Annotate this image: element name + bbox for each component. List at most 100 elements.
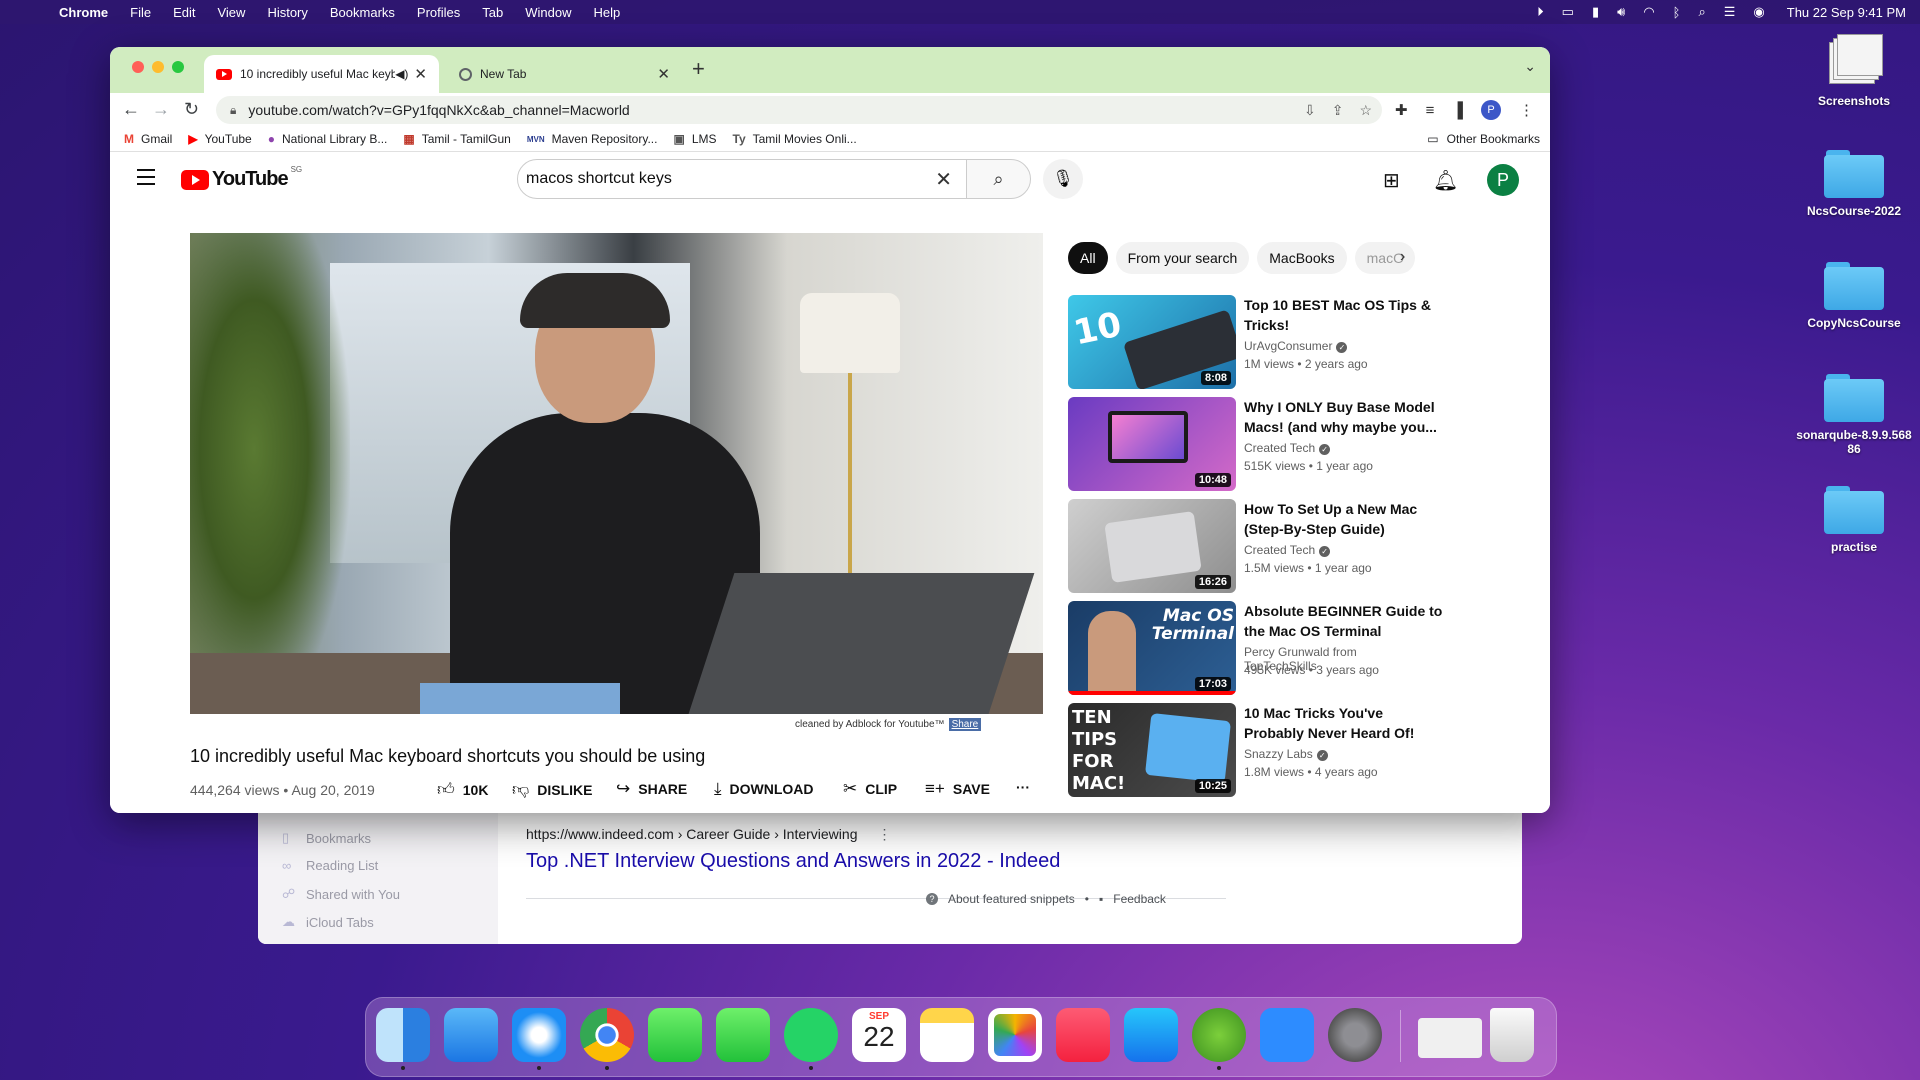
clear-search-icon[interactable]: ✕ <box>935 167 952 192</box>
related-video[interactable]: Mac OS Terminal 17:03 Absolute BEGINNER … <box>1068 601 1442 697</box>
account-avatar[interactable]: P <box>1487 164 1519 196</box>
chrome-icon[interactable] <box>580 1008 634 1070</box>
app-store-icon[interactable] <box>1124 1008 1178 1062</box>
speaker-icon[interactable]: ◀) <box>395 67 408 81</box>
menu-file[interactable]: File <box>130 5 151 20</box>
bookmark-item[interactable]: Ty Tamil Movies Onli... <box>733 132 857 146</box>
calendar-icon[interactable]: SEP 22 <box>852 1008 906 1062</box>
chip-macos[interactable]: macO <box>1354 242 1415 274</box>
chevron-right-icon[interactable]: › <box>1400 248 1405 266</box>
safari-icon[interactable] <box>512 1008 566 1070</box>
more-options-icon[interactable]: ⋮ <box>877 826 891 842</box>
adblock-share-link[interactable]: Share <box>948 718 982 731</box>
voice-search-button[interactable]: 🎙︎ <box>1043 159 1083 199</box>
feedback-link[interactable]: Feedback <box>1113 892 1166 906</box>
related-title[interactable]: How To Set Up a New Mac (Step-By-Step Gu… <box>1244 499 1444 539</box>
dislike-button[interactable]: 👎︎ DISLIKE <box>512 779 593 800</box>
search-input[interactable] <box>524 169 928 189</box>
menu-view[interactable]: View <box>217 5 245 20</box>
close-tab-icon[interactable]: ✕ <box>657 65 670 83</box>
facetime-icon[interactable] <box>716 1008 770 1062</box>
desktop-screenshots[interactable]: Screenshots <box>1794 34 1914 108</box>
like-button[interactable]: 👍︎ 10K <box>437 779 488 800</box>
search-result-title[interactable]: Top .NET Interview Questions and Answers… <box>526 850 1060 873</box>
wifi-icon[interactable]: ◠ <box>1643 4 1654 20</box>
system-preferences-icon[interactable] <box>1328 1008 1382 1062</box>
create-video-icon[interactable]: ⊞ <box>1383 168 1400 193</box>
menu-tab[interactable]: Tab <box>482 5 503 20</box>
menu-profiles[interactable]: Profiles <box>417 5 460 20</box>
bluetooth-icon[interactable]: ᛒ <box>1673 5 1681 20</box>
address-bar[interactable]: 🔒︎ youtube.com/watch?v=GPy1fqqNkXc&ab_ch… <box>216 96 1382 124</box>
desktop-folder-sonarqube[interactable]: sonarqube-8.9.9.56886 <box>1794 374 1914 456</box>
chip-from-your-search[interactable]: From your search <box>1115 242 1250 274</box>
download-button[interactable]: ⤓ DOWNLOAD <box>714 779 814 799</box>
tab-search-icon[interactable]: ⌄ <box>1524 58 1536 75</box>
bookmark-item[interactable]: ▦ Tamil - TamilGun <box>403 132 510 146</box>
more-actions-button[interactable]: ··· <box>1016 779 1030 795</box>
youtube-logo[interactable]: YouTube SG <box>181 165 302 191</box>
menu-help[interactable]: Help <box>594 5 621 20</box>
sidebar-item-shared[interactable]: ☍ Shared with You <box>282 886 400 902</box>
notes-icon[interactable] <box>920 1008 974 1062</box>
related-video[interactable]: 10:48 Why I ONLY Buy Base Model Macs! (a… <box>1068 397 1437 493</box>
related-channel[interactable]: Created Tech ✓ <box>1244 543 1331 557</box>
related-title[interactable]: Why I ONLY Buy Base Model Macs! (and why… <box>1244 397 1444 437</box>
sidebar-item-reading-list[interactable]: ∞ Reading List <box>282 858 378 873</box>
menu-bookmarks[interactable]: Bookmarks <box>330 5 395 20</box>
desktop-folder-practise[interactable]: practise <box>1794 486 1914 554</box>
chrome-menu-icon[interactable]: ⋮ <box>1519 101 1534 119</box>
address-url[interactable]: youtube.com/watch?v=GPy1fqqNkXc&ab_chann… <box>248 102 629 118</box>
search-box[interactable]: ✕ <box>517 159 967 199</box>
other-bookmarks[interactable]: ▭ Other Bookmarks <box>1427 132 1540 146</box>
related-title[interactable]: Absolute BEGINNER Guide to the Mac OS Te… <box>1244 601 1444 641</box>
volume-icon[interactable]: 🔊︎ <box>1617 4 1625 20</box>
tab-new-tab[interactable]: New Tab ✕ <box>447 55 682 93</box>
tab-youtube[interactable]: 10 incredibly useful Mac keyboard shortc… <box>204 55 439 93</box>
menu-edit[interactable]: Edit <box>173 5 195 20</box>
close-window-button[interactable] <box>132 61 144 73</box>
hamburger-menu-icon[interactable] <box>137 169 155 190</box>
messages-icon[interactable] <box>648 1008 702 1062</box>
menubar-clock[interactable]: Thu 22 Sep 9:41 PM <box>1787 5 1906 20</box>
video-thumbnail[interactable]: 10:48 <box>1068 397 1236 491</box>
zoom-window-button[interactable] <box>172 61 184 73</box>
forward-icon[interactable]: → <box>152 99 170 120</box>
install-app-icon[interactable]: ⇩ <box>1304 102 1316 119</box>
related-title[interactable]: Top 10 BEST Mac OS Tips & Tricks! <box>1244 295 1444 335</box>
trash-icon[interactable] <box>1490 1008 1534 1062</box>
new-tab-button[interactable]: + <box>692 56 705 82</box>
desktop-folder-ncscourse[interactable]: NcsCourse-2022 <box>1794 150 1914 218</box>
related-title[interactable]: 10 Mac Tricks You've Probably Never Hear… <box>1244 703 1444 743</box>
side-panel-icon[interactable]: ▐ <box>1452 102 1463 119</box>
chip-macbooks[interactable]: MacBooks <box>1257 242 1347 274</box>
chip-all[interactable]: All <box>1068 242 1108 274</box>
menu-history[interactable]: History <box>267 5 307 20</box>
photos-icon[interactable] <box>988 1008 1042 1062</box>
bookmark-item[interactable]: MVN Maven Repository... <box>527 132 658 146</box>
chrome-window[interactable]: 10 incredibly useful Mac keyboard shortc… <box>110 47 1550 813</box>
related-video[interactable]: 10 8:08 Top 10 BEST Mac OS Tips & Tricks… <box>1068 295 1431 391</box>
video-thumbnail[interactable]: 16:26 <box>1068 499 1236 593</box>
finder-icon[interactable] <box>376 1008 430 1070</box>
notifications-bell-icon[interactable]: 🔔︎ <box>1433 168 1458 193</box>
media-playing-icon[interactable]: ⏵ <box>1537 4 1544 20</box>
battery-icon[interactable]: ▮ <box>1592 4 1599 20</box>
bookmark-item[interactable]: M Gmail <box>124 132 172 146</box>
video-player[interactable] <box>190 233 1043 714</box>
search-button[interactable]: ⌕ <box>966 159 1031 199</box>
share-page-icon[interactable]: ⇪ <box>1332 102 1344 119</box>
mail-icon[interactable] <box>444 1008 498 1062</box>
menu-app-name[interactable]: Chrome <box>59 5 108 20</box>
about-snippets-link[interactable]: About featured snippets <box>948 892 1075 906</box>
profile-avatar[interactable]: P <box>1481 100 1501 120</box>
minimized-chrome-window[interactable] <box>1418 1018 1482 1058</box>
siri-icon[interactable]: ◉ <box>1753 4 1764 20</box>
spotlight-icon[interactable]: ⌕ <box>1698 4 1705 20</box>
bookmark-item[interactable]: ▣ LMS <box>673 132 716 146</box>
save-button[interactable]: ≡+ SAVE <box>925 779 990 799</box>
video-thumbnail[interactable]: Mac OS Terminal 17:03 <box>1068 601 1236 695</box>
whatsapp-icon[interactable] <box>784 1008 838 1070</box>
lock-icon[interactable]: 🔒︎ <box>230 103 236 118</box>
video-thumbnail[interactable]: TEN TIPS FOR MAC! 10:25 <box>1068 703 1236 797</box>
